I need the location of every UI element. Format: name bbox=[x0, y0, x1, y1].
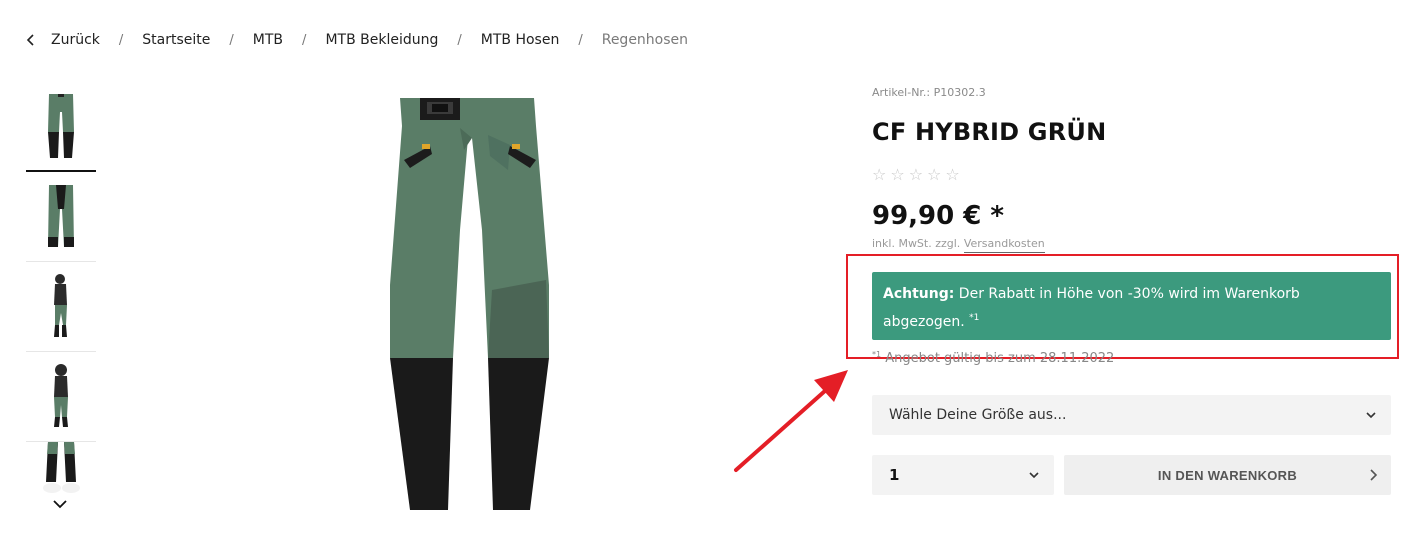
rider-back-thumbnail bbox=[54, 363, 68, 427]
chevron-left-icon bbox=[26, 34, 34, 46]
chevron-down-icon bbox=[1366, 412, 1376, 419]
breadcrumb-current: Regenhosen bbox=[601, 32, 689, 48]
star-empty-icon: ☆ bbox=[890, 165, 905, 184]
rating-stars: ☆ ☆ ☆ ☆ ☆ bbox=[872, 166, 1392, 184]
back-label: Zurück bbox=[51, 32, 100, 48]
breadcrumb-item-mtb-hosen[interactable]: MTB Hosen bbox=[481, 32, 560, 48]
pants-back-thumbnail bbox=[48, 184, 74, 247]
product-main-image bbox=[390, 98, 549, 510]
star-empty-icon: ☆ bbox=[872, 165, 887, 184]
thumbnail-rider-back[interactable] bbox=[26, 352, 96, 442]
chevron-right-icon bbox=[1370, 469, 1378, 481]
breadcrumb-item-mtb[interactable]: MTB bbox=[253, 32, 283, 48]
discount-notice: Achtung: Der Rabatt in Höhe von -30% wir… bbox=[872, 272, 1391, 340]
rider-side-thumbnail bbox=[54, 273, 67, 337]
add-to-cart-label: IN DEN WARENKORB bbox=[1157, 467, 1298, 483]
shipping-costs-link[interactable]: Versandkosten bbox=[963, 237, 1045, 253]
thumbnail-rider-side[interactable] bbox=[26, 262, 96, 352]
offer-text: Angebot gültig bis zum 28.11.2022 bbox=[881, 351, 1115, 366]
size-select-placeholder: Wähle Deine Größe aus... bbox=[889, 407, 1067, 423]
star-empty-icon: ☆ bbox=[945, 165, 960, 184]
offer-validity: *1 Angebot gültig bis zum 28.11.2022 bbox=[872, 350, 1114, 366]
pants-front-thumbnail bbox=[48, 94, 74, 158]
notice-label: Achtung: bbox=[883, 286, 955, 302]
thumbnail-gallery bbox=[26, 82, 96, 518]
chevron-down-icon[interactable] bbox=[52, 498, 68, 510]
offer-footnote-mark: *1 bbox=[872, 350, 882, 359]
product-title: CF HYBRID GRÜN bbox=[872, 118, 1107, 146]
breadcrumb-separator: / bbox=[457, 32, 462, 48]
thumbnail-front[interactable] bbox=[26, 82, 96, 172]
tax-info: inkl. MwSt. zzgl. Versandkosten bbox=[872, 237, 1392, 253]
chevron-down-icon bbox=[1029, 472, 1039, 479]
quantity-value: 1 bbox=[889, 466, 900, 484]
star-empty-icon: ☆ bbox=[927, 165, 942, 184]
add-to-cart-button[interactable]: IN DEN WARENKORB bbox=[1064, 455, 1391, 495]
article-number: Artikel-Nr.: P10302.3 bbox=[872, 86, 986, 99]
back-link[interactable]: Zurück bbox=[24, 32, 100, 48]
annotation-arrow bbox=[734, 370, 848, 472]
size-select[interactable]: Wähle Deine Größe aus... bbox=[872, 395, 1391, 435]
breadcrumb-item-mtb-bekleidung[interactable]: MTB Bekleidung bbox=[325, 32, 438, 48]
notice-footnote-mark: *1 bbox=[969, 313, 980, 323]
breadcrumb-separator: / bbox=[578, 32, 583, 48]
breadcrumb-separator: / bbox=[118, 32, 124, 48]
product-info: Artikel-Nr.: P10302.3 CF HYBRID GRÜN ☆ ☆… bbox=[872, 86, 1392, 253]
breadcrumb-separator: / bbox=[229, 32, 234, 48]
breadcrumb-separator: / bbox=[302, 32, 307, 48]
product-price: 99,90 € * bbox=[872, 201, 1005, 231]
tax-text: inkl. MwSt. zzgl. bbox=[872, 237, 964, 250]
thumbnail-back[interactable] bbox=[26, 172, 96, 262]
breadcrumb: Zurück / Startseite / MTB / MTB Bekleidu… bbox=[24, 30, 688, 50]
star-empty-icon: ☆ bbox=[908, 165, 924, 184]
quantity-select[interactable]: 1 bbox=[872, 455, 1054, 495]
breadcrumb-item-startseite[interactable]: Startseite bbox=[142, 32, 210, 48]
